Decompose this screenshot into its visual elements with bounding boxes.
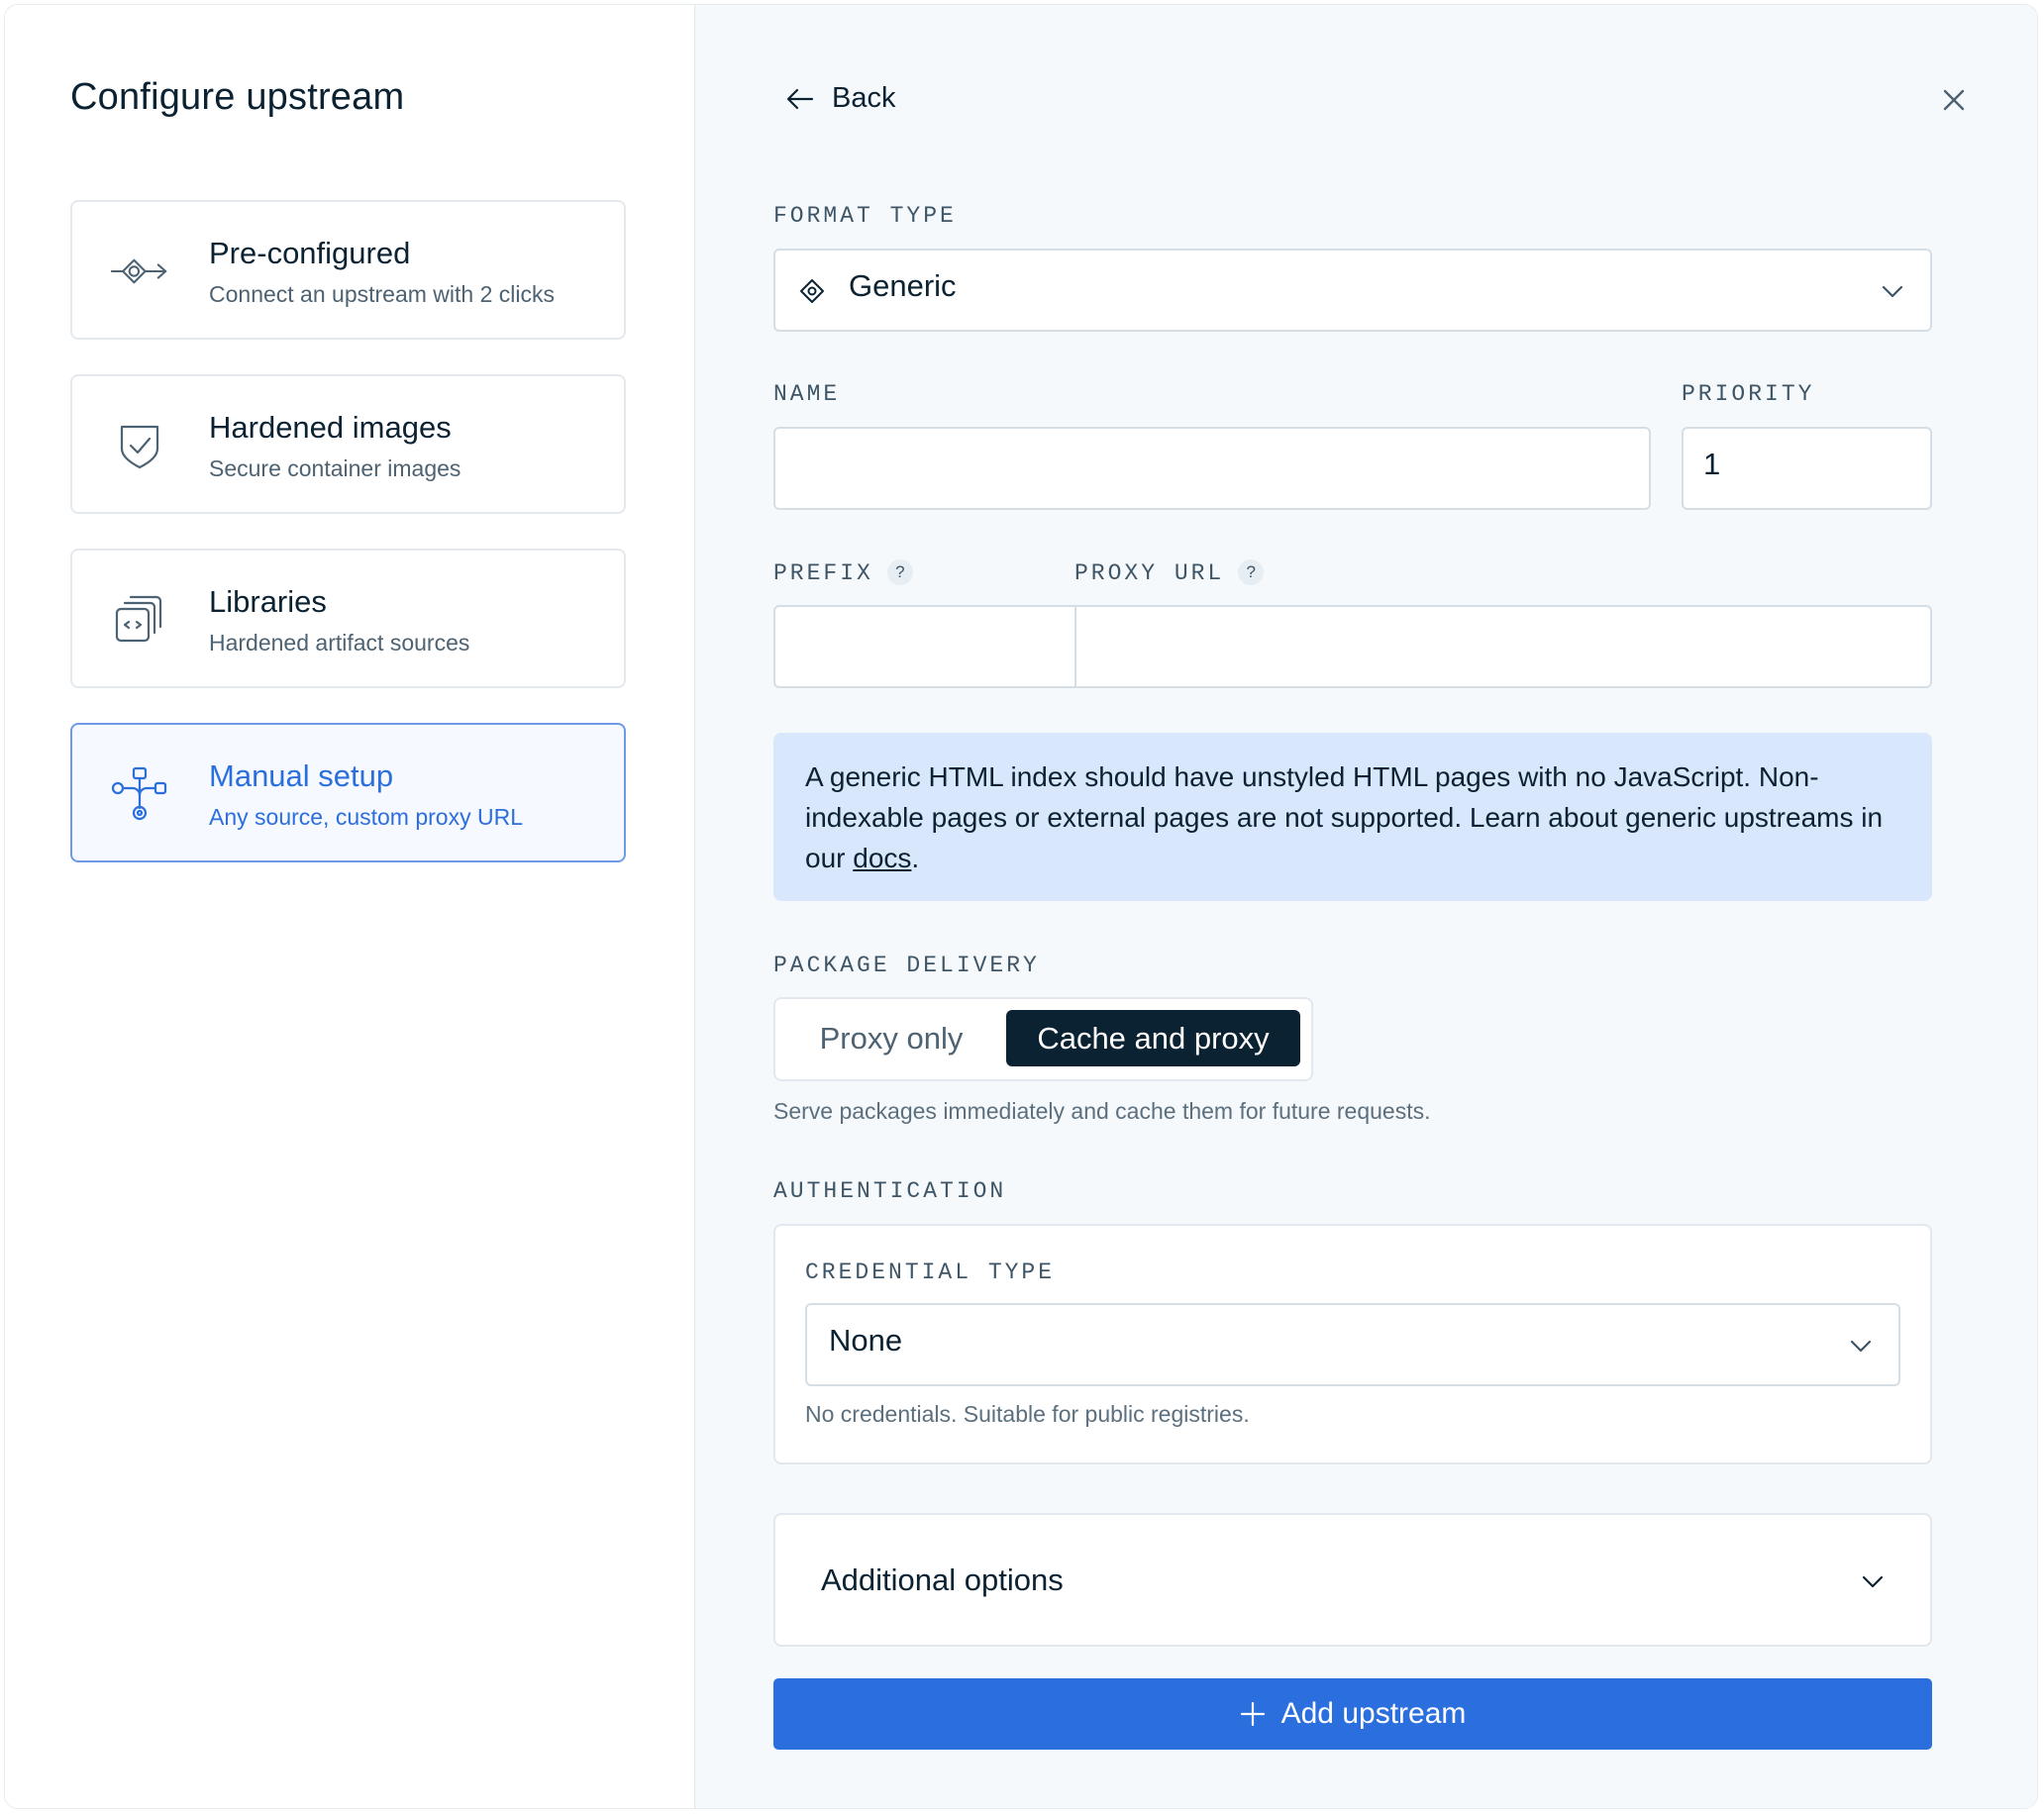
prefix-label-text: PREFIX bbox=[773, 560, 873, 586]
generic-info-callout: A generic HTML index should have unstyle… bbox=[773, 733, 1932, 901]
plus-icon bbox=[1240, 1701, 1265, 1727]
name-label: NAME bbox=[773, 381, 841, 407]
page-title: Configure upstream bbox=[70, 76, 405, 118]
cache-and-proxy-option[interactable]: Cache and proxy bbox=[1006, 1010, 1300, 1066]
priority-input[interactable]: 1 bbox=[1682, 427, 1932, 510]
name-input[interactable] bbox=[773, 427, 1651, 510]
proxy-url-label-text: PROXY URL bbox=[1074, 560, 1225, 586]
plug-eye-icon bbox=[110, 242, 169, 301]
add-upstream-button[interactable]: Add upstream bbox=[773, 1678, 1932, 1750]
card-title: Libraries bbox=[209, 584, 327, 619]
prefix-label: PREFIX? bbox=[773, 559, 913, 586]
card-title: Hardened images bbox=[209, 410, 452, 445]
format-type-select[interactable]: Generic bbox=[773, 249, 1932, 332]
chevron-down-icon bbox=[1850, 1340, 1872, 1353]
prefix-input[interactable] bbox=[775, 607, 1076, 686]
card-subtitle: Hardened artifact sources bbox=[209, 630, 470, 655]
credential-type-label: CREDENTIAL TYPE bbox=[805, 1260, 1056, 1285]
credential-hint: No credentials. Suitable for public regi… bbox=[805, 1401, 1250, 1427]
add-upstream-label: Add upstream bbox=[1280, 1697, 1467, 1730]
card-subtitle: Secure container images bbox=[209, 455, 461, 481]
info-text: A generic HTML index should have unstyle… bbox=[805, 761, 1884, 873]
additional-options-label: Additional options bbox=[821, 1562, 1064, 1597]
credential-type-value: None bbox=[829, 1323, 903, 1358]
back-button[interactable]: Back bbox=[786, 82, 895, 115]
configure-upstream-modal: Configure upstream Pre-configured Connec… bbox=[4, 4, 2038, 1809]
format-type-value: Generic bbox=[849, 268, 957, 303]
arrow-left-icon bbox=[786, 88, 814, 109]
priority-label: PRIORITY bbox=[1682, 381, 1815, 407]
back-label: Back bbox=[832, 82, 896, 114]
network-tree-icon bbox=[110, 764, 169, 824]
card-manual-setup[interactable]: Manual setup Any source, custom proxy UR… bbox=[70, 723, 626, 862]
docs-link[interactable]: docs bbox=[853, 843, 911, 873]
info-end: . bbox=[911, 843, 920, 873]
credential-type-select[interactable]: None bbox=[805, 1303, 1900, 1386]
upstream-form-panel: Back FORMAT TYPE Generic NAME PRIORITY 1 bbox=[695, 5, 2037, 1808]
card-hardened-images[interactable]: Hardened images Secure container images bbox=[70, 374, 626, 514]
prefix-proxy-url-group bbox=[773, 605, 1932, 688]
upstream-type-panel: Configure upstream Pre-configured Connec… bbox=[5, 5, 695, 1808]
proxy-only-option[interactable]: Proxy only bbox=[787, 1010, 995, 1066]
card-subtitle: Any source, custom proxy URL bbox=[209, 804, 524, 830]
package-delivery-label: PACKAGE DELIVERY bbox=[773, 953, 1040, 978]
authentication-label: AUTHENTICATION bbox=[773, 1178, 1007, 1204]
card-title: Manual setup bbox=[209, 758, 394, 793]
chevron-down-icon bbox=[1862, 1575, 1884, 1588]
package-delivery-hint: Serve packages immediately and cache the… bbox=[773, 1098, 1431, 1124]
package-delivery-toggle: Proxy only Cache and proxy bbox=[773, 997, 1313, 1081]
stacked-code-icon bbox=[110, 590, 169, 650]
authentication-box: CREDENTIAL TYPE None No credentials. Sui… bbox=[773, 1224, 1932, 1464]
priority-value: 1 bbox=[1703, 447, 1721, 481]
card-pre-configured[interactable]: Pre-configured Connect an upstream with … bbox=[70, 200, 626, 340]
diamond-icon bbox=[800, 279, 824, 303]
card-title: Pre-configured bbox=[209, 236, 411, 270]
prefix-help-icon[interactable]: ? bbox=[886, 559, 913, 585]
proxy-url-input[interactable] bbox=[1076, 607, 1930, 686]
card-libraries[interactable]: Libraries Hardened artifact sources bbox=[70, 549, 626, 688]
proxy-url-label: PROXY URL? bbox=[1074, 559, 1265, 586]
close-icon[interactable] bbox=[1940, 86, 1968, 114]
shield-check-icon bbox=[110, 416, 169, 475]
proxy-url-help-icon[interactable]: ? bbox=[1238, 559, 1265, 585]
format-type-label: FORMAT TYPE bbox=[773, 203, 957, 229]
card-subtitle: Connect an upstream with 2 clicks bbox=[209, 281, 555, 307]
chevron-down-icon bbox=[1882, 285, 1903, 298]
additional-options-toggle[interactable]: Additional options bbox=[773, 1513, 1932, 1647]
